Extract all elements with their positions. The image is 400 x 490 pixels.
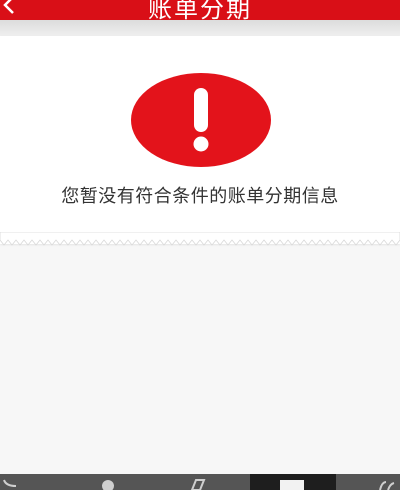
exclamation-circle-icon	[131, 73, 271, 167]
volume-icon[interactable]	[372, 474, 400, 490]
empty-state-message: 您暂没有符合条件的账单分期信息	[61, 186, 339, 207]
empty-state-card: 您暂没有符合条件的账单分期信息	[0, 36, 400, 244]
page-title: 账单分期	[148, 0, 252, 20]
back-icon[interactable]	[0, 474, 20, 490]
recents-icon[interactable]	[186, 474, 210, 490]
card-zigzag-edge	[0, 232, 400, 246]
menu-icon[interactable]	[250, 474, 336, 490]
menu-icon-glyph	[280, 480, 304, 490]
home-icon[interactable]	[96, 474, 120, 490]
system-nav-bar	[0, 474, 400, 490]
header-bar: 账单分期	[0, 0, 400, 20]
